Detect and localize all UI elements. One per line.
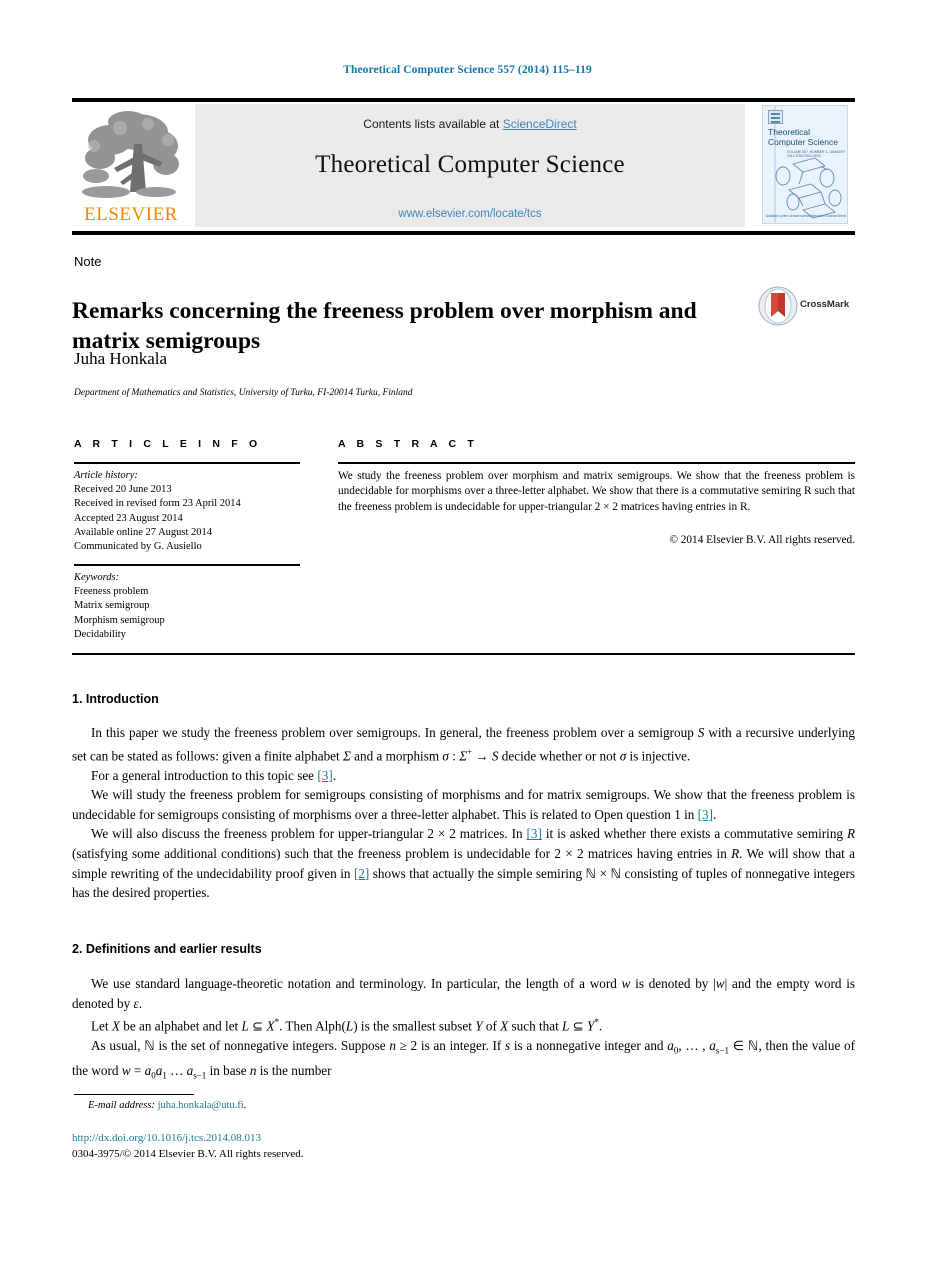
abstract-divider <box>338 462 855 464</box>
history-item: Communicated by G. Ausiello <box>74 541 202 553</box>
paragraph: We use standard language-theoretic notat… <box>72 976 856 1011</box>
doi-link[interactable]: http://dx.doi.org/10.1016/j.tcs.2014.08.… <box>72 1132 261 1144</box>
section-body-definitions: We use standard language-theoretic notat… <box>72 974 855 1087</box>
paragraph: In this paper we study the freeness prob… <box>72 725 855 763</box>
keyword-item: Morphism semigroup <box>74 614 165 626</box>
paragraph: For a general introduction to this topic… <box>91 767 337 783</box>
crossmark-icon <box>758 286 798 326</box>
cover-artwork: Theoretical Computer Science VOLUME 557,… <box>763 106 847 223</box>
elsevier-wordmark: ELSEVIER <box>84 204 178 225</box>
paragraph: We will study the freeness problem for s… <box>72 787 855 822</box>
cover-title: Theoretical Computer Science <box>768 127 838 147</box>
citation-link[interactable]: [3] <box>527 826 542 841</box>
history-item: Accepted 23 August 2014 <box>74 512 183 524</box>
info-divider-middle <box>74 564 300 566</box>
crossmark-label: CrossMark <box>800 299 850 310</box>
abstract-copyright: © 2014 Elsevier B.V. All rights reserved… <box>669 534 855 546</box>
citation-link[interactable]: [2] <box>354 866 369 881</box>
article-type-label: Note <box>74 254 102 269</box>
email-link[interactable]: juha.honkala@utu.fi <box>158 1100 244 1111</box>
masthead-bottom-rule <box>72 231 855 235</box>
author-name: Juha Honkala <box>74 349 168 368</box>
footnote-rule <box>74 1094 194 1096</box>
keyword-item: Freeness problem <box>74 586 149 598</box>
article-history-label: Article history: <box>74 470 138 481</box>
history-item: Received in revised form 23 April 2014 <box>74 498 241 510</box>
sciencedirect-link[interactable]: ScienceDirect <box>503 117 577 131</box>
article-info-heading: A R T I C L E I N F O <box>74 438 262 450</box>
cover-subtitle: VOLUME 557, NUMBER 1, JANUARY 2014 ISSN … <box>787 150 845 159</box>
contents-lists-line: Contents lists available at ScienceDirec… <box>195 117 745 131</box>
paragraph: Let X be an alphabet and let L ⊆ X*. The… <box>91 1017 603 1034</box>
journal-cover-thumbnail: Theoretical Computer Science VOLUME 557,… <box>762 105 848 224</box>
abstract-text: We study the freeness problem over morph… <box>338 470 855 513</box>
history-item: Available online 27 August 2014 <box>74 526 213 538</box>
abstract-heading: A B S T R A C T <box>338 438 478 450</box>
journal-title: Theoretical Computer Science <box>315 151 625 178</box>
section-heading-introduction: 1. Introduction <box>72 692 159 706</box>
keyword-item: Decidability <box>74 628 126 640</box>
journal-homepage-link[interactable]: www.elsevier.com/locate/tcs <box>195 208 745 220</box>
elsevier-tree-icon <box>82 111 179 198</box>
article-history-block: Article history: Received 20 June 2013 R… <box>74 469 324 554</box>
page-title: Remarks concerning the freeness problem … <box>72 297 697 354</box>
history-item: Received 20 June 2013 <box>74 484 172 496</box>
footnote-email: E-mail address: juha.honkala@utu.fi. <box>88 1100 246 1111</box>
section-heading-definitions: 2. Definitions and earlier results <box>72 942 262 956</box>
info-divider-top <box>74 462 300 464</box>
elsevier-logo: ELSEVIER <box>76 106 186 226</box>
paper-page: Theoretical Computer Science 557 (2014) … <box>0 0 935 1266</box>
citation-link[interactable]: [3] <box>698 807 713 822</box>
citation-link[interactable]: [3] <box>317 768 332 783</box>
paragraph: We will also discuss the freeness proble… <box>72 826 856 901</box>
journal-running-head: Theoretical Computer Science 557 (2014) … <box>343 64 592 76</box>
header-block-bottom-rule <box>72 653 855 655</box>
footer-copyright: 0304-3975/© 2014 Elsevier B.V. All right… <box>72 1148 304 1160</box>
email-tail: . <box>243 1100 247 1111</box>
keywords-label: Keywords: <box>74 572 120 583</box>
paragraph: As usual, ℕ is the set of nonnegative in… <box>72 1038 856 1082</box>
cover-footer-text: Available online at www.sciencedirect.co… <box>765 213 847 218</box>
crossmark-badge[interactable]: CrossMark <box>758 286 854 326</box>
contents-prefix: Contents lists available at <box>363 117 503 131</box>
cover-publisher-badge <box>768 110 783 124</box>
author-affiliation: Department of Mathematics and Statistics… <box>74 388 413 398</box>
email-label: E-mail address: <box>88 1100 155 1111</box>
section-body-introduction: In this paper we study the freeness prob… <box>72 723 855 903</box>
masthead-top-rule <box>72 98 855 102</box>
keyword-item: Matrix semigroup <box>74 600 150 612</box>
keywords-block: Keywords: Freeness problem Matrix semigr… <box>74 571 324 642</box>
